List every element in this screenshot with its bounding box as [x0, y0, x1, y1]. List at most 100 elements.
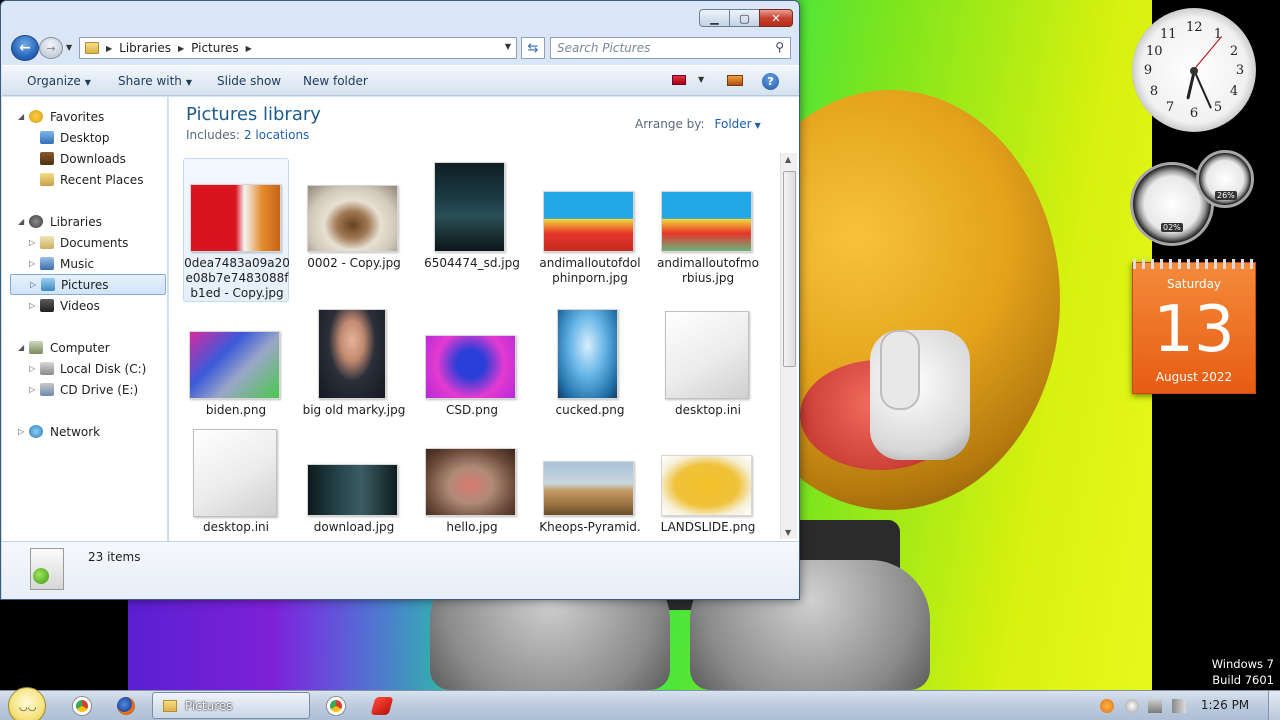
collapse-icon[interactable]: ◢: [18, 343, 24, 352]
file-item[interactable]: 0002 - Copy.jpg: [301, 158, 407, 278]
file-item[interactable]: andimalloutofmorbius.jpg: [655, 158, 761, 288]
file-item[interactable]: big old marky.jpg: [301, 305, 407, 423]
nav-item-desktop[interactable]: Desktop: [2, 127, 167, 148]
minimize-button[interactable]: ▁: [699, 9, 730, 27]
show-desktop-button[interactable]: [1268, 691, 1280, 720]
refresh-button[interactable]: ⇆: [521, 37, 545, 59]
nav-label: Computer: [50, 340, 110, 355]
new-folder-button[interactable]: New folder: [303, 74, 368, 88]
vertical-scrollbar[interactable]: ▲ ▼: [780, 153, 797, 539]
file-name: cucked.png: [555, 403, 625, 417]
file-item[interactable]: 0dea7483a09a20e08b7e7483088fb1ed - Copy.…: [183, 158, 290, 302]
help-button[interactable]: ?: [762, 73, 779, 90]
file-item[interactable]: hello.jpg: [419, 423, 525, 541]
navigation-pane: ◢ Favorites Desktop Downloads Recent Pla…: [2, 97, 168, 541]
search-input[interactable]: Search Pictures ⚲: [550, 37, 791, 59]
share-with-button[interactable]: Share with ▼: [118, 74, 192, 88]
search-tray-icon[interactable]: [1100, 699, 1114, 713]
file-item[interactable]: download.jpg: [301, 423, 407, 541]
expand-icon[interactable]: ▷: [30, 280, 36, 289]
address-dropdown-icon[interactable]: ▼: [505, 42, 511, 51]
taskbar-task-chrome[interactable]: [316, 694, 356, 718]
expand-icon[interactable]: ▷: [29, 385, 35, 394]
file-item[interactable]: desktop.ini: [655, 305, 761, 423]
breadcrumb-libraries[interactable]: Libraries: [119, 41, 171, 55]
memory-meter-gadget[interactable]: 26%: [1196, 150, 1254, 208]
expand-icon[interactable]: ▷: [18, 427, 24, 436]
breadcrumb-separator-icon[interactable]: ▶: [106, 44, 112, 53]
nav-item-favorites[interactable]: ◢ Favorites: [2, 106, 167, 127]
nav-label: Pictures: [61, 277, 109, 292]
file-item[interactable]: desktop.ini: [183, 423, 289, 541]
network-tray-icon[interactable]: [1148, 699, 1162, 713]
taskbar-task-pictures[interactable]: Pictures: [152, 692, 310, 719]
expand-icon[interactable]: ▷: [29, 364, 35, 373]
file-item[interactable]: 6504474_sd.jpg: [419, 158, 525, 278]
nav-item-downloads[interactable]: Downloads: [2, 148, 167, 169]
breadcrumb-separator-icon[interactable]: ▶: [246, 44, 252, 53]
nav-item-computer[interactable]: ◢ Computer: [2, 337, 167, 358]
file-thumbnail: [543, 191, 634, 252]
scrollbar-thumb[interactable]: [783, 171, 796, 367]
expand-icon[interactable]: ▷: [29, 301, 35, 310]
search-icon[interactable]: ⚲: [775, 40, 784, 54]
file-item[interactable]: Kheops-Pyramid.: [537, 423, 643, 541]
notification-icon[interactable]: [1125, 699, 1139, 713]
close-button[interactable]: ✕: [759, 9, 793, 27]
file-thumbnail: [557, 309, 618, 399]
slide-show-button[interactable]: Slide show: [217, 74, 281, 88]
nav-item-recent-places[interactable]: Recent Places: [2, 169, 167, 190]
nav-item-network[interactable]: ▷ Network: [2, 421, 167, 442]
scroll-up-icon[interactable]: ▲: [785, 155, 791, 164]
nav-item-music[interactable]: ▷ Music: [2, 253, 167, 274]
collapse-icon[interactable]: ◢: [18, 112, 24, 121]
change-view-icon[interactable]: [672, 75, 686, 85]
start-button[interactable]: ◡◡: [8, 687, 46, 720]
forward-button[interactable]: →: [39, 37, 63, 59]
breadcrumb-pictures[interactable]: Pictures: [191, 41, 239, 55]
nav-item-local-disk[interactable]: ▷ Local Disk (C:): [2, 358, 167, 379]
nav-item-pictures[interactable]: ▷ Pictures: [10, 274, 166, 295]
taskbar-clock[interactable]: 1:26 PM: [1196, 698, 1254, 712]
breadcrumb-separator-icon[interactable]: ▶: [178, 44, 184, 53]
nav-item-cd-drive[interactable]: ▷ CD Drive (E:): [2, 379, 167, 400]
file-name: 0dea7483a09a20e08b7e7483088fb1ed - Copy.…: [184, 256, 290, 300]
preview-pane-icon[interactable]: [727, 75, 743, 86]
view-options-dropdown-icon[interactable]: ▼: [698, 75, 704, 84]
maximize-icon: ▢: [739, 11, 750, 25]
arrange-by-dropdown[interactable]: Folder: [715, 117, 752, 131]
taskbar-pin-chrome[interactable]: [62, 694, 102, 718]
nav-item-documents[interactable]: ▷ Documents: [2, 232, 167, 253]
back-button[interactable]: ←: [11, 35, 39, 61]
nav-item-libraries[interactable]: ◢ Libraries: [2, 211, 167, 232]
recent-pages-button[interactable]: ▼: [66, 43, 72, 52]
file-item[interactable]: CSD.png: [419, 305, 525, 423]
organize-label: Organize: [27, 74, 81, 88]
expand-icon[interactable]: ▷: [29, 238, 35, 247]
file-view: Pictures library Includes: 2 locations Ar…: [169, 97, 799, 541]
file-name: CSD.png: [446, 403, 498, 417]
scroll-down-icon[interactable]: ▼: [785, 528, 791, 537]
taskbar-pin-firefox[interactable]: [106, 694, 146, 718]
nav-label: Recent Places: [60, 172, 144, 187]
file-name: desktop.ini: [203, 520, 269, 534]
nav-item-videos[interactable]: ▷ Videos: [2, 295, 167, 316]
file-item[interactable]: LANDSLIDE.png: [655, 423, 761, 541]
maximize-button[interactable]: ▢: [729, 9, 760, 27]
file-item[interactable]: cucked.png: [537, 305, 643, 423]
organize-button[interactable]: Organize ▼: [27, 74, 91, 88]
locations-link[interactable]: 2 locations: [244, 128, 309, 142]
volume-icon[interactable]: [1172, 699, 1186, 713]
calendar-gadget[interactable]: Saturday 13 August 2022: [1132, 259, 1257, 394]
music-library-icon: [40, 257, 54, 270]
chevron-down-icon[interactable]: ▼: [755, 121, 761, 130]
collapse-icon[interactable]: ◢: [18, 217, 24, 226]
address-bar[interactable]: ▶ Libraries ▶ Pictures ▶ ▼: [79, 37, 517, 59]
taskbar-task-app[interactable]: [362, 694, 402, 718]
expand-icon[interactable]: ▷: [29, 259, 35, 268]
calendar-weekday: Saturday: [1166, 277, 1222, 291]
file-item[interactable]: biden.png: [183, 305, 289, 423]
clock-gadget[interactable]: 12 1 2 3 4 5 6 7 8 9 10 11: [1132, 8, 1256, 132]
nav-label: Favorites: [50, 109, 105, 124]
file-item[interactable]: andimalloutofdolphinporn.jpg: [537, 158, 643, 288]
